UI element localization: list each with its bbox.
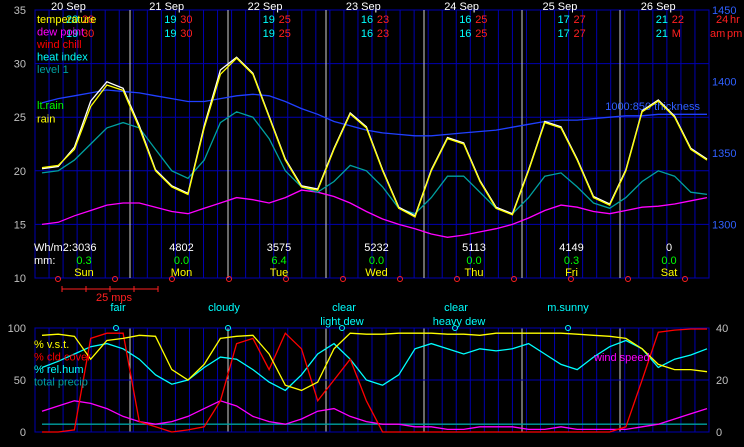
- legend-heat-index: heat index: [37, 52, 88, 64]
- day-label: Sun: [74, 267, 94, 279]
- hour-label-hr: hr: [730, 14, 740, 26]
- legend-bottom--cld-cover: % cld cover: [34, 352, 91, 364]
- wind-lo-value: 16: [361, 28, 373, 40]
- hour-label-pm: pm: [727, 28, 742, 40]
- thickness-label: 1000:850 thickness: [605, 101, 700, 113]
- day-label: Tue: [270, 267, 289, 279]
- energy-value: 3575: [267, 242, 291, 254]
- condition-label: m.sunny: [547, 302, 589, 314]
- dew-hi-value: 22: [672, 14, 684, 26]
- energy-value: 0: [666, 242, 672, 254]
- dew-hi-value: 27: [574, 14, 586, 26]
- date-label: 25 Sep: [543, 1, 578, 13]
- date-label: 24 Sep: [444, 1, 479, 13]
- wind-hi-value: M: [672, 28, 681, 40]
- condition-label: light dew: [320, 316, 363, 328]
- hour-label-24: 24: [716, 14, 728, 26]
- y-tick-left: 20: [14, 166, 26, 178]
- rain-value: 0.0: [661, 255, 676, 267]
- legend-bottom--v-s-t-: % v.s.t.: [34, 339, 69, 351]
- rain-value: 0.3: [564, 255, 579, 267]
- date-label: 20 Sep: [51, 1, 86, 13]
- date-label: 23 Sep: [346, 1, 381, 13]
- dew-lo-value: 16: [361, 14, 373, 26]
- rain-value: 0.0: [466, 255, 481, 267]
- y-tick-right-bottom: 0: [716, 427, 722, 439]
- forecast-meteogram: 10 15 20 25 30 35 1300 1350 1400 1450 20 Sep 21 Sep…: [0, 0, 744, 447]
- y-tick-right-bottom: 40: [716, 323, 728, 335]
- legend-temperature: temperature: [37, 14, 96, 26]
- dew-lo-value: 19: [164, 14, 176, 26]
- rain-value: 0.0: [174, 255, 189, 267]
- wind-hi-value: 23: [377, 28, 389, 40]
- dew-lo-value: 17: [558, 14, 570, 26]
- wind-hi-value: 30: [180, 28, 192, 40]
- y-tick-right-bottom: 20: [716, 375, 728, 387]
- dew-lo-value: 16: [459, 14, 471, 26]
- date-label: 22 Sep: [248, 1, 283, 13]
- dew-hi-value: 30: [180, 14, 192, 26]
- legend-level-1: level 1: [37, 64, 69, 76]
- date-label: 26 Sep: [641, 1, 676, 13]
- legend-rain: rain: [37, 114, 55, 126]
- y-tick-left-bottom: 0: [20, 427, 26, 439]
- condition-label: cloudy: [208, 302, 240, 314]
- energy-value: 4149: [559, 242, 583, 254]
- legend-dew-point: dew point: [37, 27, 84, 39]
- wind-lo-value: 21: [656, 28, 668, 40]
- rain-value: 6.4: [271, 255, 286, 267]
- wind-hi-value: 25: [475, 28, 487, 40]
- energy-value: 5232: [364, 242, 388, 254]
- legend-lt-rain: lt.rain: [37, 100, 64, 112]
- meteogram-svg: 101520253035130013501400145020 Sep 21 Sep…: [0, 0, 744, 447]
- y-tick-left: 25: [14, 112, 26, 124]
- y-tick-right: 1350: [712, 148, 736, 160]
- y-tick-left: 35: [14, 5, 26, 17]
- y-tick-left: 30: [14, 59, 26, 71]
- y-tick-right: 1400: [712, 76, 736, 88]
- y-tick-left-bottom: 100: [8, 323, 26, 335]
- hour-label-am: am: [710, 28, 725, 40]
- legend-bottom-total-precip: total precip: [34, 377, 88, 389]
- dew-hi-value: 23: [377, 14, 389, 26]
- wind-speed-label: wind speed: [593, 352, 650, 364]
- legend-wind-chill: wind chill: [36, 39, 82, 51]
- day-label: Wed: [365, 267, 387, 279]
- date-label: 21 Sep: [149, 1, 184, 13]
- condition-label: clear: [332, 302, 356, 314]
- condition-label: clear: [444, 302, 468, 314]
- day-label: Sat: [661, 267, 678, 279]
- energy-value: 4802: [169, 242, 193, 254]
- mm-label: mm:: [34, 255, 55, 267]
- wind-hi-value: 25: [279, 28, 291, 40]
- wind-lo-value: 17: [558, 28, 570, 40]
- energy-value: 3036: [72, 242, 96, 254]
- dew-lo-value: 19: [263, 14, 275, 26]
- y-tick-left: 10: [14, 273, 26, 285]
- wind-lo-value: 16: [459, 28, 471, 40]
- wind-hi-value: 27: [574, 28, 586, 40]
- day-label: Fri: [565, 267, 578, 279]
- energy-value: 5113: [462, 242, 486, 254]
- rain-value: 0.3: [76, 255, 91, 267]
- dew-lo-value: 21: [656, 14, 668, 26]
- legend-bottom--rel-hum: % rel.hum: [34, 364, 84, 376]
- rain-value: 0.0: [369, 255, 384, 267]
- y-tick-left: 15: [14, 219, 26, 231]
- condition-label: heavy dew: [433, 316, 486, 328]
- wind-lo-value: 19: [263, 28, 275, 40]
- y-tick-left-bottom: 50: [14, 375, 26, 387]
- wh-label: Wh/m2:: [34, 242, 72, 254]
- day-label: Thu: [465, 267, 484, 279]
- dew-hi-value: 25: [475, 14, 487, 26]
- y-tick-right: 1300: [712, 219, 736, 231]
- wind-lo-value: 19: [164, 28, 176, 40]
- dew-hi-value: 25: [279, 14, 291, 26]
- condition-label: fair: [110, 302, 126, 314]
